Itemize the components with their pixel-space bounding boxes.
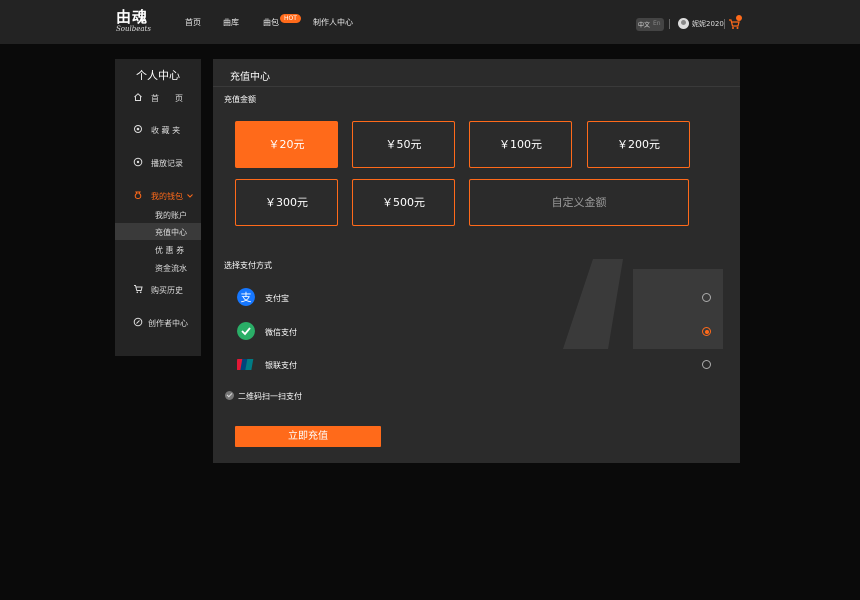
wechat-pay-icon [237,322,255,340]
logo-subtitle: Soulbeats [116,25,151,33]
nav-packs[interactable]: 曲包 [263,17,279,28]
play-history-icon [133,157,143,167]
favorites-icon [134,125,142,133]
custom-amount-input[interactable]: 自定义金额 [469,179,689,226]
alipay-icon: 支 [237,288,255,306]
sidebar-subitem-account[interactable]: 我的账户 [115,206,201,223]
radio-alipay[interactable] [702,293,711,302]
cart-icon [134,285,143,294]
recharge-submit-button[interactable]: 立即充值 [235,426,381,447]
divider [724,19,725,29]
qr-pay-option[interactable]: 二维码扫一扫支付 [224,389,424,403]
sidebar-item-home[interactable]: 首 页 [115,89,201,107]
sidebar-item-label: 创作者中心 [148,319,188,328]
sidebar-subitem-label: 我的账户 [155,211,187,220]
panel-header: 充值中心 [213,59,740,87]
sidebar-item-play-history[interactable]: 播放记录 [115,154,201,172]
username[interactable]: 妮妮2020 [692,19,724,29]
language-switch[interactable]: 中文 En [636,18,664,31]
hot-badge: HOT [280,14,301,23]
amount-option-300[interactable]: ￥300元 [235,179,338,226]
nav-producer-center[interactable]: 制作人中心 [313,17,353,28]
amount-section-label: 充值金额 [224,95,256,104]
check-icon[interactable] [225,391,234,400]
payment-option-unionpay[interactable]: 银联支付 [235,354,715,376]
logo[interactable]: 由魂 Soulbeats [116,9,156,37]
amount-option-200[interactable]: ￥200元 [587,121,690,168]
sidebar-subitem-label: 资金流水 [155,264,187,273]
creator-icon [133,317,143,327]
sidebar-subitem-recharge[interactable]: 充值中心 [115,223,201,240]
sidebar-item-label: 收 藏 夹 [151,126,181,135]
sidebar: 个人中心 首 页 收 藏 夹 播放记录 我的钱包 我的账户 充值中心 优 惠 券… [115,59,201,356]
sidebar-item-favorites[interactable]: 收 藏 夹 [115,121,201,139]
payment-label: 支付宝 [265,294,289,303]
radio-unionpay[interactable] [702,360,711,369]
avatar[interactable] [678,18,689,29]
sidebar-item-purchase-history[interactable]: 购买历史 [115,281,201,299]
payment-label: 银联支付 [265,361,297,370]
cart-badge [736,15,742,21]
sidebar-title: 个人中心 [136,69,180,82]
top-nav-bar: 由魂 Soulbeats 首页 曲库 曲包 HOT 制作人中心 中文 En 妮妮… [0,0,860,44]
chevron-down-icon [187,194,193,198]
sidebar-item-label: 我的钱包 [151,192,183,201]
sidebar-item-label: 播放记录 [151,159,183,168]
lang-en[interactable]: En [653,20,661,27]
sidebar-subitem-coupons[interactable]: 优 惠 券 [115,241,201,258]
sidebar-item-label: 首 页 [151,94,183,103]
sidebar-item-wallet[interactable]: 我的钱包 [115,187,201,205]
qr-pay-label: 二维码扫一扫支付 [238,392,302,401]
page-title: 充值中心 [230,72,270,83]
nav-library[interactable]: 曲库 [223,17,239,28]
home-icon [134,93,142,101]
payment-option-alipay[interactable]: 支 支付宝 [235,287,715,309]
logo-mark: 由魂 [116,8,149,26]
sidebar-item-label: 购买历史 [151,286,183,295]
divider [669,19,670,29]
sidebar-subitem-transactions[interactable]: 资金流水 [115,259,201,276]
amount-option-50[interactable]: ￥50元 [352,121,455,168]
unionpay-icon [237,359,254,370]
sidebar-item-creator-center[interactable]: 创作者中心 [115,314,201,332]
lang-cn[interactable]: 中文 [638,20,650,29]
amount-option-100[interactable]: ￥100元 [469,121,572,168]
nav-home[interactable]: 首页 [185,17,201,28]
wallet-icon [134,191,142,200]
payment-section-label: 选择支付方式 [224,261,272,270]
amount-option-500[interactable]: ￥500元 [352,179,455,226]
sidebar-subitem-label: 充值中心 [155,228,187,237]
amount-option-20[interactable]: ￥20元 [235,121,338,168]
sidebar-subitem-label: 优 惠 券 [155,246,185,255]
svg-text:支: 支 [241,291,252,304]
payment-option-wechat[interactable]: 微信支付 [235,321,715,343]
payment-label: 微信支付 [265,328,297,337]
radio-wechat[interactable] [702,327,711,336]
recharge-panel: 充值中心 充值金额 ￥20元 ￥50元 ￥100元 ￥200元 ￥300元 ￥5… [213,59,740,463]
